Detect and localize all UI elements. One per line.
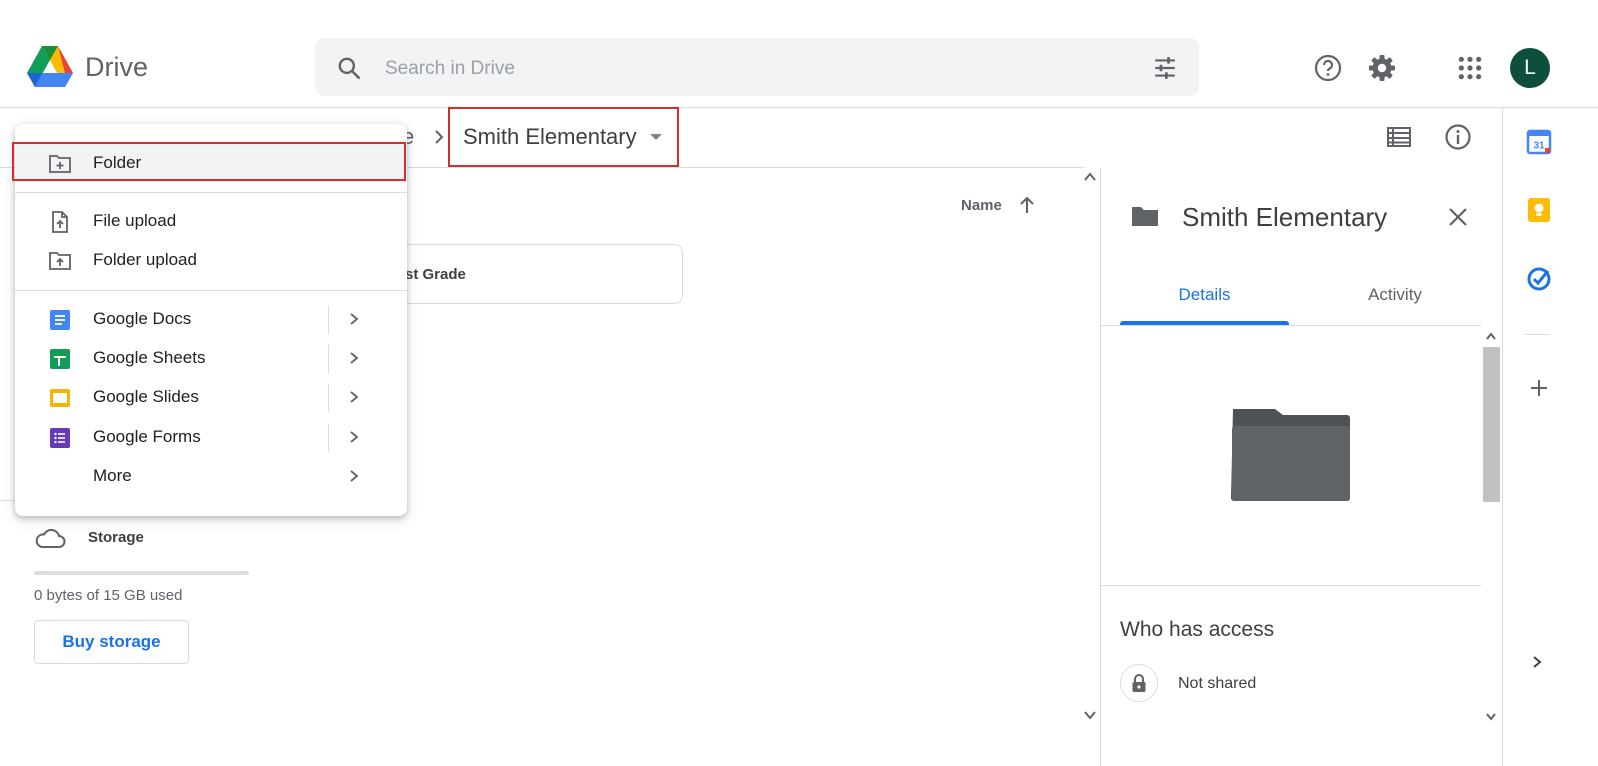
menu-divider [15,192,407,193]
details-divider [1101,585,1481,586]
folder-card-name[interactable]: st Grade [405,266,466,283]
file-upload-icon [52,211,68,233]
storage-usage-text: 0 bytes of 15 GB used [34,587,183,604]
who-has-access-heading: Who has access [1120,618,1275,641]
calendar-icon[interactable]: 31 [1526,129,1552,155]
rail-divider [1524,334,1550,335]
scroll-down-icon[interactable] [1083,708,1097,722]
lock-icon [1132,674,1146,692]
chevron-right-icon [350,470,359,482]
help-icon[interactable] [1313,53,1343,83]
menu-label-google-slides: Google Slides [93,387,199,406]
chevron-right-icon [350,352,359,364]
google-forms-icon [50,428,70,448]
menu-label-folder-upload: Folder upload [93,250,197,269]
chevron-right-icon[interactable] [1530,654,1544,670]
search-options-icon[interactable] [1152,55,1178,81]
folder-upload-icon [49,252,71,270]
list-view-icon[interactable] [1386,124,1412,150]
menu-item-google-forms[interactable]: Google Forms [15,418,407,456]
menu-separator [328,345,329,373]
arrow-up-icon[interactable] [1018,195,1036,215]
folder-icon [1132,207,1158,226]
menu-label-more: More [93,466,132,485]
search-input[interactable] [383,56,1087,82]
menu-label-google-sheets: Google Sheets [93,348,206,367]
sidebar-divider [0,500,15,501]
settings-gear-icon[interactable] [1367,53,1397,83]
details-scrollbar-thumb[interactable] [1483,347,1500,502]
sort-by-name[interactable]: Name [961,197,1002,214]
close-icon[interactable] [1446,205,1470,229]
add-addon-icon[interactable] [1526,375,1552,401]
chevron-right-icon [350,391,359,403]
scroll-down-icon[interactable] [1485,710,1497,722]
google-slides-icon [50,389,70,407]
cloud-icon [35,528,66,548]
account-avatar[interactable]: L [1510,48,1550,88]
tab-activity[interactable]: Activity [1300,268,1490,326]
breadcrumb-current[interactable]: Smith Elementary [463,124,637,150]
menu-item-google-slides[interactable]: Google Slides [15,378,407,416]
app-name: Drive [85,52,149,82]
sharing-status: Not shared [1178,675,1257,692]
keep-icon[interactable] [1526,197,1552,223]
info-icon[interactable] [1444,123,1472,151]
calendar-day: 31 [1533,141,1545,152]
search-icon[interactable] [336,55,362,81]
folder-option-highlight [12,142,406,181]
apps-grid-icon[interactable] [1457,55,1483,81]
tasks-icon[interactable] [1526,266,1552,292]
storage-label[interactable]: Storage [88,529,144,546]
menu-item-file-upload[interactable]: File upload [15,202,407,240]
tabs-divider [1101,325,1481,326]
scroll-up-icon[interactable] [1485,330,1497,342]
folder-preview-icon [1231,409,1350,501]
google-docs-icon [50,310,70,330]
chevron-right-icon [350,431,359,443]
scroll-up-icon[interactable] [1083,170,1097,184]
menu-separator [328,384,329,412]
google-sheets-icon [50,349,70,369]
chevron-right-icon [435,130,444,144]
buy-storage-button[interactable]: Buy storage [34,620,189,664]
menu-item-google-sheets[interactable]: Google Sheets [15,339,407,377]
details-title: Smith Elementary [1182,202,1388,232]
menu-separator [328,306,329,334]
menu-item-more[interactable]: More [15,457,407,495]
menu-divider [15,290,407,291]
menu-item-google-docs[interactable]: Google Docs [15,300,407,338]
caret-down-icon[interactable] [649,132,663,142]
menu-item-folder-upload[interactable]: Folder upload [15,241,407,279]
menu-separator [328,424,329,452]
drive-logo[interactable] [27,46,73,88]
chevron-right-icon [350,313,359,325]
menu-label-google-docs: Google Docs [93,309,192,328]
menu-label-file-upload: File upload [93,211,177,230]
tab-details[interactable]: Details [1120,268,1289,326]
storage-usage-bar [34,571,249,575]
menu-label-google-forms: Google Forms [93,427,201,446]
